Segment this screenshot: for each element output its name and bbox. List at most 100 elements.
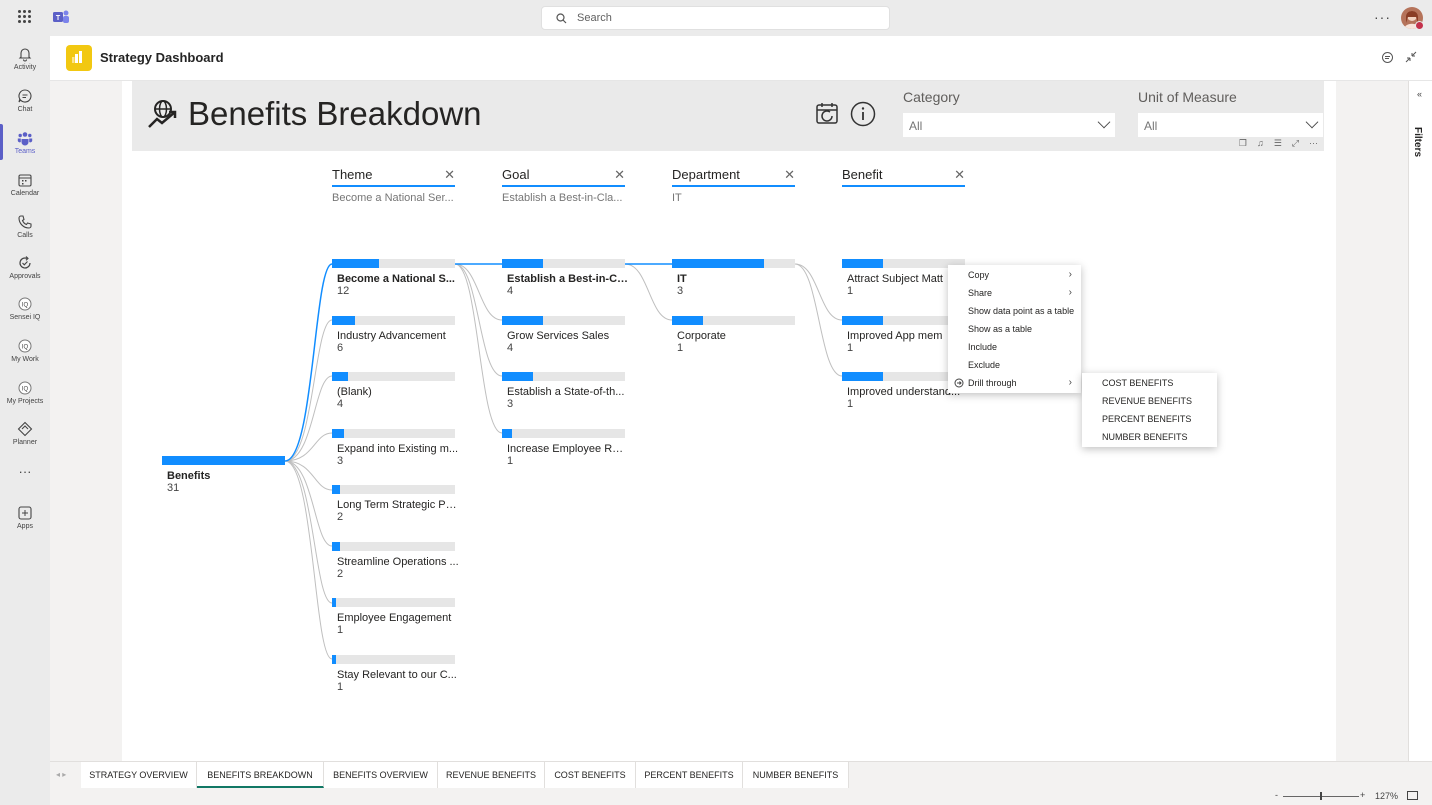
rail-item-calendar[interactable]: Calendar xyxy=(0,168,50,208)
rail-item-my-projects[interactable]: IQ My Projects xyxy=(0,376,50,416)
level-title: Benefit xyxy=(842,167,965,187)
fit-to-page-icon[interactable] xyxy=(1407,791,1418,800)
rail-label: My Projects xyxy=(6,398,44,405)
filter-icon[interactable]: ☰ xyxy=(1274,138,1282,149)
level-header-theme[interactable]: Theme ✕ Become a National Ser... xyxy=(332,167,455,204)
chevron-down-icon xyxy=(1097,115,1111,129)
tab-number-benefits[interactable]: NUMBER BENEFITS xyxy=(743,762,849,788)
tree-node[interactable]: Industry Advancement 6 xyxy=(332,316,455,354)
menu-item-drill-through[interactable]: Drill through › xyxy=(948,374,1081,392)
node-label: Stay Relevant to our C... xyxy=(337,669,457,681)
rail-item-more[interactable]: ··· xyxy=(0,464,50,504)
rail-label: Apps xyxy=(17,523,33,530)
rail-item-teams[interactable]: Teams xyxy=(0,126,50,166)
tree-node[interactable]: Improved App mem 1 xyxy=(842,316,965,354)
submenu-item-percent-benefits[interactable]: PERCENT BENEFITS xyxy=(1082,410,1217,428)
presence-busy-icon xyxy=(1415,21,1424,30)
rail-item-planner[interactable]: Planner xyxy=(0,417,50,457)
tree-node[interactable]: Become a National S... 12 xyxy=(332,259,455,297)
submenu-item-revenue-benefits[interactable]: REVENUE BENEFITS xyxy=(1082,392,1217,410)
menu-item-copy[interactable]: Copy › xyxy=(948,266,1081,284)
tree-node[interactable]: Increase Employee Ret... 1 xyxy=(502,429,629,467)
menu-item-show-as-table[interactable]: Show as a table xyxy=(948,320,1081,338)
rail-item-sensei-iq[interactable]: IQ Sensei IQ xyxy=(0,292,50,332)
menu-item-label: Copy xyxy=(968,270,990,280)
tree-node[interactable]: Streamline Operations ... 2 xyxy=(332,542,459,580)
category-slicer[interactable]: All xyxy=(903,113,1115,137)
collapse-left-icon[interactable]: « xyxy=(1417,89,1422,99)
menu-item-show-data-point[interactable]: Show data point as a table xyxy=(948,302,1081,320)
menu-item-share[interactable]: Share › xyxy=(948,284,1081,302)
node-value: 12 xyxy=(337,285,350,297)
rail-item-calls[interactable]: Calls xyxy=(0,210,50,250)
collapse-icon[interactable] xyxy=(1405,51,1417,63)
tab-strategy-overview[interactable]: STRATEGY OVERVIEW xyxy=(81,762,197,788)
close-icon[interactable]: ✕ xyxy=(784,167,795,183)
tree-node[interactable]: Establish a State-of-th... 3 xyxy=(502,372,625,410)
alert-icon[interactable]: ♫ xyxy=(1257,138,1264,149)
status-bar: - + 127% xyxy=(50,788,1432,805)
close-icon[interactable]: ✕ xyxy=(614,167,625,183)
close-icon[interactable]: ✕ xyxy=(954,167,965,183)
node-bar xyxy=(842,316,965,325)
tab-percent-benefits[interactable]: PERCENT BENEFITS xyxy=(636,762,743,788)
level-header-department[interactable]: Department ✕ IT xyxy=(672,167,795,204)
node-value: 3 xyxy=(337,455,344,467)
search-icon xyxy=(556,12,567,23)
submenu-item-number-benefits[interactable]: NUMBER BENEFITS xyxy=(1082,428,1217,446)
tree-root-node[interactable]: Benefits 31 xyxy=(162,456,285,494)
level-header-goal[interactable]: Goal ✕ Establish a Best-in-Cla... xyxy=(502,167,625,204)
tab-benefits-overview[interactable]: BENEFITS OVERVIEW xyxy=(324,762,438,788)
tree-node[interactable]: IT 3 xyxy=(672,259,795,297)
rail-item-chat[interactable]: Chat xyxy=(0,84,50,124)
node-label: Industry Advancement xyxy=(337,330,446,342)
rail-item-activity[interactable]: Activity xyxy=(0,42,50,82)
tree-node[interactable]: Stay Relevant to our C... 1 xyxy=(332,655,457,693)
zoom-in-button[interactable]: + xyxy=(1360,790,1365,800)
tree-node[interactable]: Grow Services Sales 4 xyxy=(502,316,625,354)
node-value: 6 xyxy=(337,342,344,354)
tree-node[interactable]: Improved understand... 1 xyxy=(842,372,965,410)
zoom-slider-thumb[interactable] xyxy=(1320,792,1322,800)
info-icon[interactable] xyxy=(850,101,876,127)
tab-benefits-breakdown[interactable]: BENEFITS BREAKDOWN xyxy=(197,762,324,788)
tab-label: STRATEGY OVERVIEW xyxy=(89,770,188,780)
filters-pane[interactable]: « Filters xyxy=(1408,81,1432,761)
menu-item-exclude[interactable]: Exclude xyxy=(948,356,1081,374)
report-title: Benefits Breakdown xyxy=(188,95,482,132)
tree-node[interactable]: Corporate 1 xyxy=(672,316,795,354)
search-input[interactable]: Search xyxy=(541,6,890,30)
tab-scroll-arrows[interactable]: ◂ ▸ xyxy=(56,770,66,779)
app-launcher-icon[interactable] xyxy=(18,10,32,24)
rail-item-my-work[interactable]: IQ My Work xyxy=(0,334,50,374)
submenu-item-cost-benefits[interactable]: COST BENEFITS xyxy=(1082,374,1217,392)
node-value: 1 xyxy=(847,398,854,410)
tree-node[interactable]: (Blank) 4 xyxy=(332,372,455,410)
tree-node[interactable]: Expand into Existing m... 3 xyxy=(332,429,458,467)
menu-item-include[interactable]: Include xyxy=(948,338,1081,356)
rail-item-apps[interactable]: Apps xyxy=(0,501,50,541)
rail-label: Activity xyxy=(13,64,37,71)
close-icon[interactable]: ✕ xyxy=(444,167,455,183)
more-options-icon[interactable]: ··· xyxy=(1309,138,1318,149)
zoom-out-button[interactable]: - xyxy=(1275,790,1278,800)
rail-label: Sensei IQ xyxy=(9,314,41,321)
level-title: Theme xyxy=(332,167,455,187)
focus-mode-icon[interactable]: ⤢ xyxy=(1292,138,1299,149)
tree-connectors xyxy=(284,263,843,660)
level-header-benefit[interactable]: Benefit ✕ xyxy=(842,167,965,192)
refresh-calendar-icon[interactable] xyxy=(815,101,841,127)
tree-node[interactable]: Long Term Strategic Pa... 2 xyxy=(332,485,459,523)
unit-of-measure-slicer[interactable]: All xyxy=(1138,113,1323,137)
tree-node[interactable]: Establish a Best-in-Cl... 4 xyxy=(502,259,629,297)
copy-visual-icon[interactable]: ❐ xyxy=(1239,138,1247,149)
rail-item-approvals[interactable]: Approvals xyxy=(0,251,50,291)
menu-item-label: Show as a table xyxy=(968,324,1033,334)
conversation-icon[interactable] xyxy=(1381,51,1394,64)
more-options-icon[interactable]: ··· xyxy=(1374,9,1391,25)
tab-cost-benefits[interactable]: COST BENEFITS xyxy=(545,762,636,788)
tree-node[interactable]: Attract Subject Matt 1 xyxy=(842,259,965,297)
tab-revenue-benefits[interactable]: REVENUE BENEFITS xyxy=(438,762,545,788)
tree-node[interactable]: Employee Engagement 1 xyxy=(332,598,455,636)
menu-item-label: Show data point as a table xyxy=(968,306,1075,316)
